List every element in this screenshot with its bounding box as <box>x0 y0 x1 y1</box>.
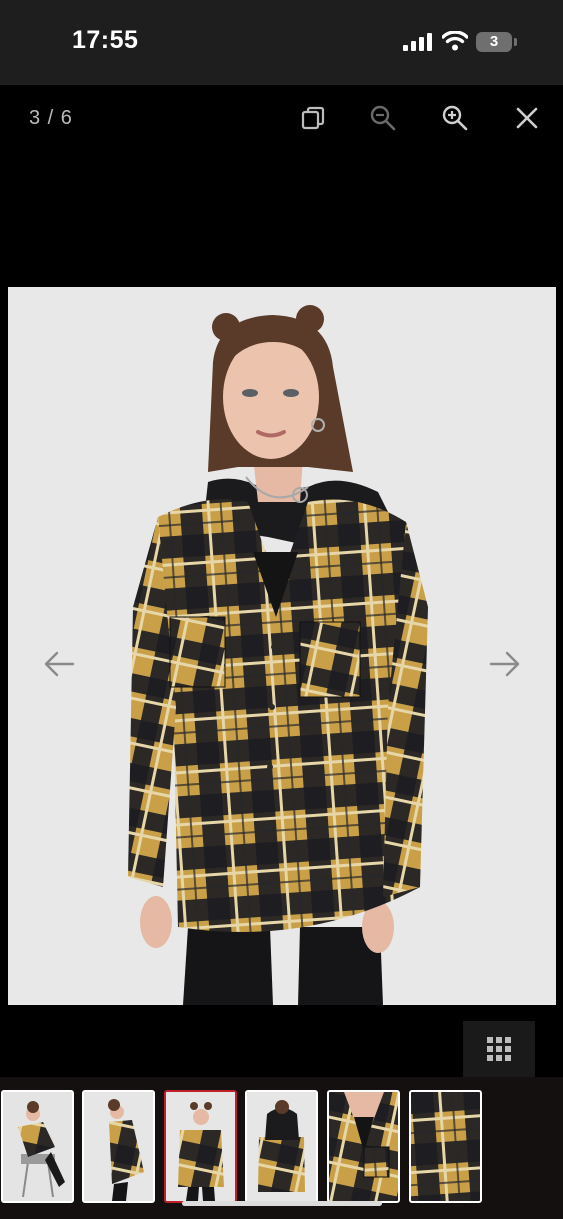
thumbnail-5[interactable] <box>327 1090 400 1203</box>
close-button[interactable] <box>510 101 544 135</box>
close-icon <box>516 107 538 129</box>
status-time: 17:55 <box>72 26 139 54</box>
thumbnail-1[interactable] <box>1 1090 74 1203</box>
arrow-left-icon[interactable] <box>43 650 75 678</box>
status-bar: 17:55 3 <box>0 0 563 85</box>
thumbnail-3[interactable] <box>164 1090 237 1203</box>
battery-tip <box>514 38 517 46</box>
zoom-out-button[interactable] <box>366 101 400 135</box>
viewer-toolbar: 3 / 6 <box>0 85 563 155</box>
zoom-in-button[interactable] <box>438 101 472 135</box>
thumbnail-2[interactable] <box>82 1090 155 1203</box>
thumbnail-scroll-indicator <box>182 1201 382 1206</box>
copy-icon <box>301 106 325 130</box>
arrow-right-icon[interactable] <box>489 650 521 678</box>
thumbnail-4[interactable] <box>245 1090 318 1203</box>
image-counter: 3 / 6 <box>29 107 73 129</box>
cellular-signal-icon <box>403 33 432 51</box>
grid-view-button[interactable] <box>463 1021 535 1077</box>
battery-icon: 3 <box>476 32 512 52</box>
thumbnail-6[interactable] <box>409 1090 482 1203</box>
product-image[interactable] <box>8 287 556 1005</box>
grid-icon <box>487 1037 511 1061</box>
zoom-in-icon <box>442 105 468 131</box>
zoom-out-icon <box>370 105 396 131</box>
product-photo <box>8 287 556 1005</box>
copy-button[interactable] <box>296 101 330 135</box>
wifi-icon <box>442 31 468 51</box>
